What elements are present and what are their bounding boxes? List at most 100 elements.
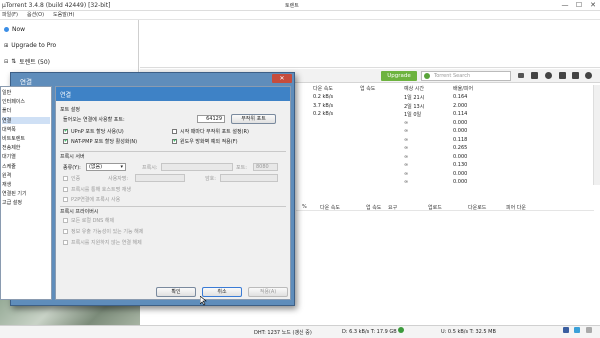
table-row[interactable]: 3.7 kB/s 2일 13시 2.000 [296, 103, 594, 112]
username-input[interactable] [135, 174, 185, 182]
sidebar-item-now[interactable]: Now [4, 26, 25, 33]
random-port-button[interactable]: 무작위 포트 [231, 114, 276, 124]
port-group-label: 포트 설정 [60, 107, 80, 113]
list-view-icon[interactable] [518, 73, 524, 78]
proxy-port-input[interactable]: 8080 [253, 163, 278, 171]
col-header[interactable]: 다운 속도 [320, 204, 340, 211]
firewall-checkbox[interactable] [172, 138, 177, 144]
torrent-list: 0.2 kB/s 1일 21시 0.164 3.7 kB/s 2일 13시 2.000 0.… [296, 94, 594, 185]
unsupported-checkbox[interactable] [63, 240, 68, 245]
settings-category-item[interactable]: 일반 [2, 89, 11, 96]
vertical-scrollbar[interactable] [593, 85, 600, 185]
monitor-icon[interactable] [572, 72, 579, 79]
settings-category-item[interactable]: 폴더 [2, 107, 11, 114]
random-start-checkbox[interactable] [172, 129, 177, 134]
table-row[interactable]: 0.2 kB/s 1일 21시 0.164 [296, 94, 594, 103]
settings-category-item[interactable]: 원격 [2, 172, 11, 179]
col-header[interactable]: 업 속도 [360, 85, 375, 92]
settings-category-item[interactable]: 전송제한 [2, 144, 20, 151]
col-header[interactable]: 배율/피어 [453, 85, 473, 92]
section-title: 연결 [60, 92, 72, 99]
table-cell: 2일 13시 [404, 103, 425, 110]
cancel-button[interactable]: 취소 [202, 287, 242, 297]
random-start-label: 시작 때마다 무작위 포트 설정(R) [180, 129, 249, 135]
col-header[interactable]: 피어 다운 [506, 204, 526, 211]
proxy-type-select[interactable]: (없음) ▾ [86, 163, 126, 171]
table-row[interactable]: ∞ 0.000 [296, 171, 594, 180]
expand-icon: ⊞ [4, 42, 9, 49]
settings-category-item[interactable]: 대역폭 [2, 126, 16, 133]
natpmp-checkbox[interactable] [63, 138, 68, 144]
minimize-button[interactable]: — [558, 0, 572, 10]
settings-category-item[interactable]: 연결 [2, 116, 50, 124]
sidebar-item-upgrade[interactable]: ⊞ Upgrade to Pro [4, 42, 56, 49]
dns-checkbox[interactable] [63, 218, 68, 223]
search-input[interactable]: Torrent Search [421, 71, 511, 81]
table-cell: 0.000 [453, 119, 468, 126]
port-input[interactable]: 64129 [197, 115, 225, 123]
settings-category-item[interactable]: 고급 설정 [2, 199, 22, 206]
ok-button[interactable]: 확인 [156, 287, 196, 297]
upnp-checkbox[interactable] [63, 128, 68, 134]
leak-checkbox[interactable] [63, 229, 68, 234]
table-cell: 0.000 [453, 170, 468, 177]
sidebar-item-torrents[interactable]: ⊟ ⇅ 토렌트 (50) [4, 57, 50, 66]
col-header[interactable]: 예상 시간 [404, 85, 424, 92]
maximize-button[interactable]: ☐ [572, 0, 586, 10]
feedback-icon[interactable] [586, 327, 592, 333]
settings-icon[interactable] [585, 72, 592, 79]
col-header[interactable]: 다운로드 [468, 204, 486, 211]
table-row[interactable]: 0.2 kB/s 1일 0일 0.114 [296, 111, 594, 120]
col-header[interactable]: 요구 [388, 204, 397, 211]
proxy-type-label: 종류(Y): [63, 165, 81, 171]
settings-category-item[interactable]: 대기열 [2, 153, 16, 160]
table-row[interactable]: ∞ 0.000 [296, 128, 594, 137]
remote-icon[interactable] [531, 72, 538, 79]
col-header[interactable]: 업 속도 [366, 204, 381, 211]
chat-icon[interactable] [559, 72, 566, 79]
torrent-list-header: 다운 속도 업 속도 예상 시간 배율/피어 [296, 85, 594, 93]
collapse-icon: ⊟ [4, 58, 9, 65]
dialog-title: 연결 [20, 78, 32, 86]
table-row[interactable]: ∞ 0.000 [296, 120, 594, 129]
table-cell: ∞ [404, 145, 409, 151]
table-row[interactable]: ∞ 0.118 [296, 137, 594, 146]
table-row[interactable]: ∞ 0.000 [296, 154, 594, 163]
table-cell: ∞ [404, 179, 409, 185]
settings-category-item[interactable]: 재생 [2, 181, 11, 188]
col-header[interactable]: 다운 속도 [313, 85, 333, 92]
dht-status: DHT: 1237 노드 (갱신 중) [254, 330, 312, 336]
twitter-icon[interactable] [574, 327, 580, 333]
menu-options[interactable]: 옵션(O) [27, 11, 44, 19]
col-header[interactable]: % [302, 204, 307, 210]
table-cell: ∞ [404, 136, 409, 143]
friend-icon[interactable] [545, 72, 552, 79]
table-cell: 0.2 kB/s [313, 111, 334, 117]
table-cell: ∞ [404, 119, 409, 126]
p2p-checkbox[interactable] [63, 197, 68, 202]
password-input[interactable] [220, 174, 278, 182]
resolve-checkbox[interactable] [63, 187, 68, 192]
upgrade-button[interactable]: Upgrade [381, 71, 417, 81]
proxy-host-input[interactable] [161, 163, 233, 171]
table-cell: 0.000 [453, 153, 468, 160]
settings-category-item[interactable]: 스케줄 [2, 163, 16, 170]
table-row[interactable]: ∞ 0.000 [296, 179, 594, 188]
facebook-icon[interactable] [563, 327, 569, 333]
table-row[interactable]: ∞ 0.130 [296, 162, 594, 171]
apply-button[interactable]: 적용(A) [248, 287, 288, 297]
search-provider-icon[interactable] [424, 73, 430, 79]
settings-category-item[interactable]: 연결된 기기 [2, 190, 27, 197]
col-header[interactable]: 업로드 [428, 204, 442, 211]
settings-category-item[interactable]: 인터페이스 [2, 98, 25, 105]
auth-checkbox[interactable] [63, 176, 68, 181]
menu-help[interactable]: 도움말(H) [53, 11, 74, 19]
table-row[interactable]: ∞ 0.265 [296, 145, 594, 154]
settings-category-item[interactable]: 비트토렌트 [2, 135, 25, 142]
dialog-close-button[interactable]: ✕ [272, 74, 292, 83]
table-cell: ∞ [404, 170, 409, 177]
download-status: D: 6.3 kB/s T: 17.9 GB [342, 329, 397, 335]
close-button[interactable]: ✕ [586, 0, 600, 10]
menu-file[interactable]: 파일(F) [2, 11, 18, 19]
settings-section-bar: 연결 [56, 87, 290, 101]
